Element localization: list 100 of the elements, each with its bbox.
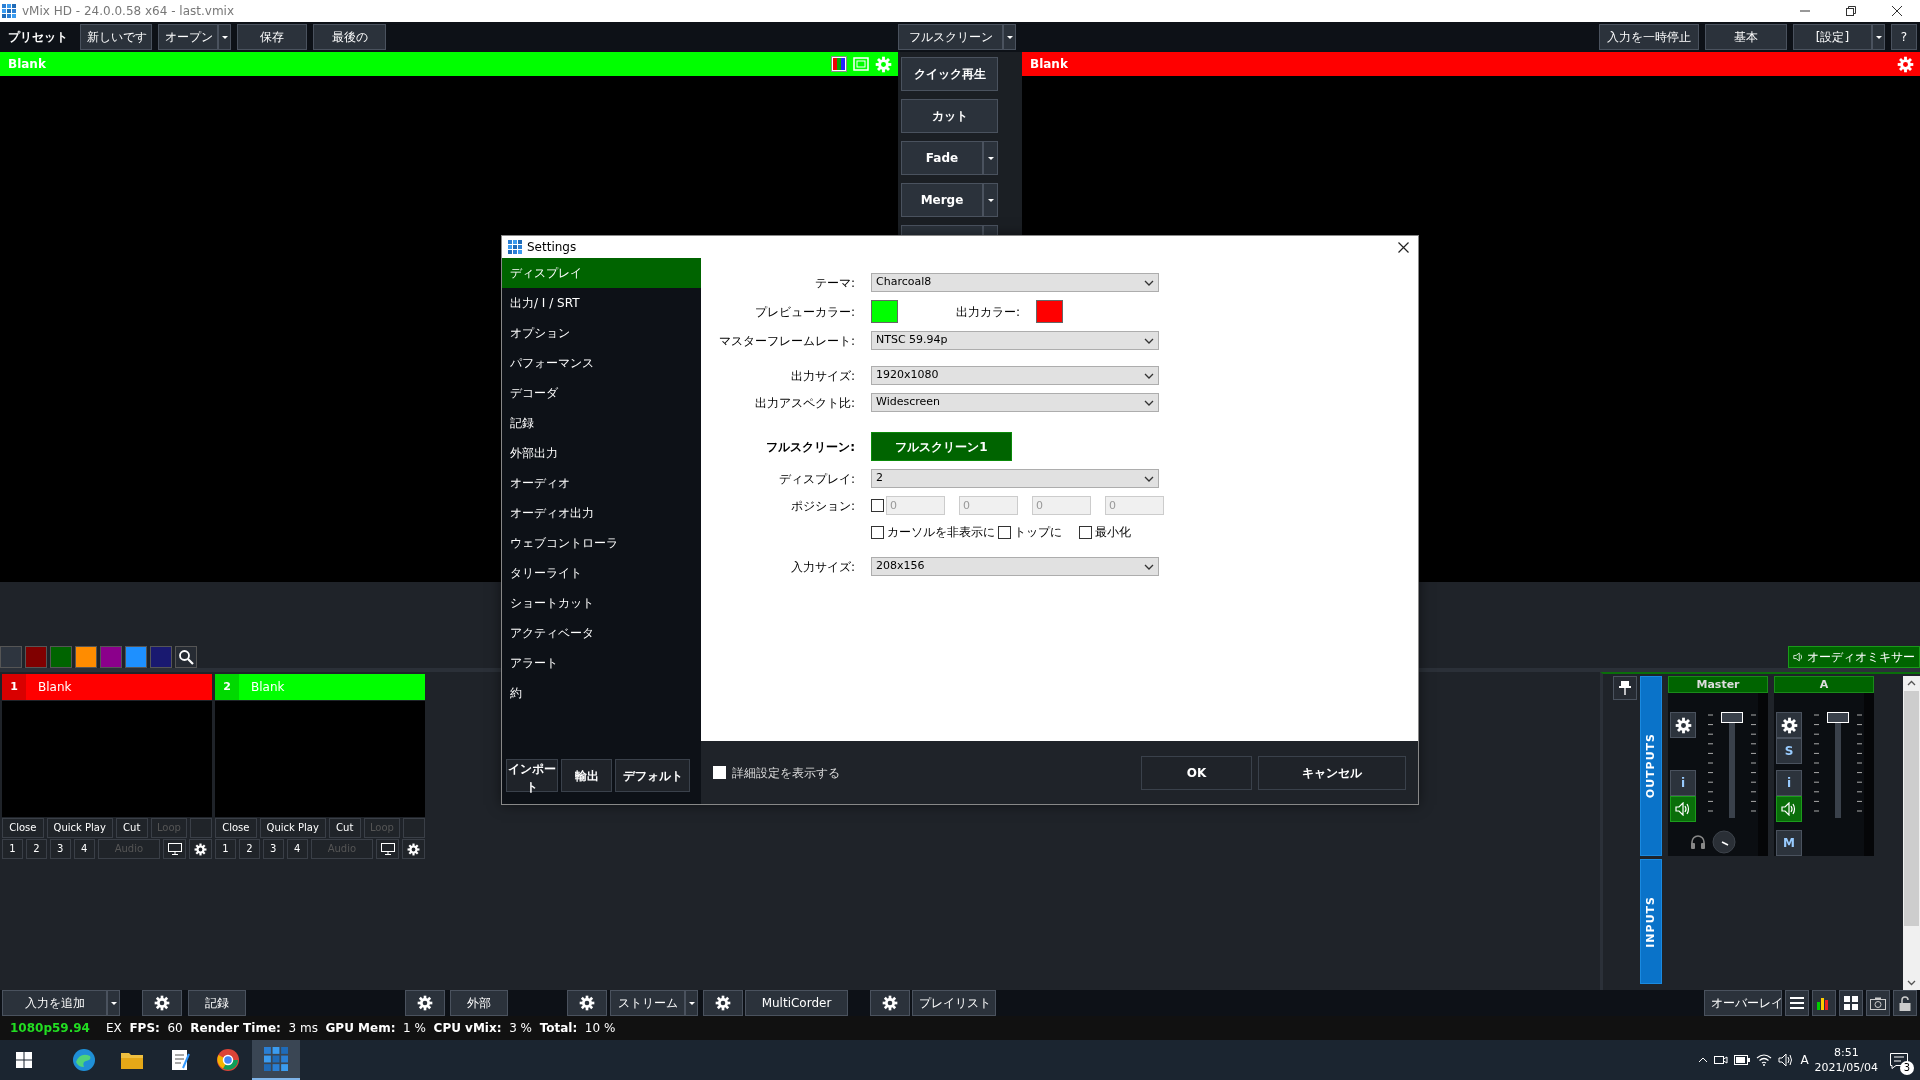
fader-thumb[interactable]	[1721, 712, 1743, 723]
transition-button[interactable]: クイック再生	[901, 57, 998, 91]
dropdown-field[interactable]: Widescreen	[871, 393, 1159, 412]
dialog-button[interactable]: OK	[1141, 755, 1252, 790]
input-control-button[interactable]: Close	[2, 818, 44, 838]
color-filter[interactable]	[0, 646, 22, 668]
gear-icon[interactable]	[1897, 55, 1914, 73]
mixer-button[interactable]: S	[1776, 738, 1802, 764]
dropdown-field[interactable]: 1920x1080	[871, 366, 1159, 385]
menu-button[interactable]: [設定]	[1793, 24, 1872, 50]
checkbox[interactable]	[871, 525, 884, 539]
input-method-indicator[interactable]: A	[1800, 1051, 1809, 1069]
toolbar-button[interactable]	[1785, 990, 1809, 1016]
settings-button[interactable]	[870, 990, 910, 1016]
mute-toggle[interactable]	[1776, 796, 1802, 822]
video-camera-icon[interactable]	[1714, 1054, 1729, 1066]
settings-button[interactable]	[142, 990, 182, 1016]
toolbar-button[interactable]	[1866, 990, 1890, 1016]
speaker-icon[interactable]	[1778, 1053, 1795, 1067]
menu-button[interactable]: 記録	[188, 990, 246, 1016]
mixer-tab[interactable]: INPUTS	[1640, 859, 1662, 984]
dropdown-button[interactable]	[107, 990, 120, 1016]
dropdown-field[interactable]: 2	[871, 469, 1159, 488]
settings-nav-item[interactable]: 約	[502, 678, 701, 708]
menu-button[interactable]: オープン	[158, 24, 218, 50]
mixer-button[interactable]: i	[1670, 770, 1696, 796]
dropdown-button[interactable]	[983, 141, 998, 175]
chevron-up-icon[interactable]	[1698, 1057, 1709, 1063]
mixer-button[interactable]: M	[1776, 830, 1802, 856]
notification-button[interactable]: 3	[1884, 1045, 1914, 1075]
settings-nav-item[interactable]: 出力/ I / SRT	[502, 288, 701, 318]
dropdown-field[interactable]: Charcoal8	[871, 273, 1159, 292]
menu-button[interactable]: MultiCorder	[745, 990, 848, 1016]
settings-button[interactable]	[405, 990, 445, 1016]
settings-nav-item[interactable]: ウェブコントローラ	[502, 528, 701, 558]
color-filter[interactable]	[125, 646, 147, 668]
settings-nav-item[interactable]: ショートカット	[502, 588, 701, 618]
menu-button[interactable]: 最後の	[313, 24, 386, 50]
settings-nav-item[interactable]: アラート	[502, 648, 701, 678]
settings-nav-item[interactable]: 外部出力	[502, 438, 701, 468]
bus-button[interactable]: 3	[49, 839, 71, 859]
bus-button[interactable]: 1	[2, 839, 23, 859]
color-bars-icon[interactable]	[831, 56, 847, 72]
input-control-button[interactable]: Quick Play	[46, 818, 113, 838]
menu-button[interactable]: 入力を一時停止	[1599, 24, 1699, 50]
menu-button[interactable]: フルスクリーン	[898, 24, 1003, 50]
settings-action-button[interactable]: デフォルト	[615, 759, 690, 792]
settings-nav-item[interactable]: ディスプレイ	[502, 258, 701, 288]
mute-toggle[interactable]	[1670, 796, 1696, 822]
wifi-icon[interactable]	[1756, 1054, 1773, 1066]
display-button[interactable]	[163, 839, 187, 859]
menu-button[interactable]: 入力を追加	[2, 990, 107, 1016]
fullscreen-button[interactable]: フルスクリーン1	[871, 432, 1012, 461]
preset-label[interactable]: プリセット	[2, 28, 74, 46]
color-filter[interactable]	[50, 646, 72, 668]
menu-button[interactable]: ストリーム	[610, 990, 685, 1016]
dropdown-button[interactable]	[218, 24, 231, 50]
headphones-icon[interactable]	[1690, 835, 1706, 849]
color-filter[interactable]	[25, 646, 47, 668]
input-control-button[interactable]: Quick Play	[259, 818, 326, 838]
dropdown-button[interactable]	[1003, 24, 1016, 50]
search-button[interactable]	[175, 646, 197, 668]
menu-button[interactable]: 外部	[450, 990, 508, 1016]
menu-button[interactable]: 基本	[1705, 24, 1787, 50]
bus-button[interactable]: 1	[215, 839, 236, 859]
dropdown-field[interactable]: 208x156	[871, 557, 1159, 576]
pin-button[interactable]	[1613, 676, 1637, 700]
checkbox[interactable]	[871, 499, 884, 512]
toolbar-button[interactable]	[1812, 990, 1836, 1016]
menu-button[interactable]: プレイリスト	[912, 990, 996, 1016]
settings-button[interactable]	[1776, 712, 1802, 738]
dropdown-button[interactable]	[1872, 24, 1885, 50]
settings-button[interactable]	[402, 839, 425, 859]
color-swatch[interactable]	[871, 300, 898, 323]
settings-nav-item[interactable]: オーディオ	[502, 468, 701, 498]
menu-button[interactable]: 保存	[237, 24, 307, 50]
display-button[interactable]	[376, 839, 400, 859]
color-filter[interactable]	[75, 646, 97, 668]
audio-mixer-button[interactable]: オーディオミキサー	[1788, 646, 1920, 668]
clock[interactable]: 8:51 2021/05/04	[1814, 1045, 1878, 1075]
dialog-button[interactable]: キャンセル	[1258, 755, 1406, 790]
bus-button[interactable]: 4	[286, 839, 308, 859]
checkbox[interactable]	[1079, 525, 1092, 539]
settings-nav-item[interactable]: オーディオ出力	[502, 498, 701, 528]
dropdown-field[interactable]: NTSC 59.94p	[871, 331, 1159, 350]
color-swatch[interactable]	[1036, 300, 1063, 323]
fader-thumb[interactable]	[1827, 712, 1849, 723]
input-control-button[interactable]: Cut	[115, 818, 148, 838]
scrollbar[interactable]	[1903, 676, 1920, 990]
settings-button[interactable]	[567, 990, 607, 1016]
settings-action-button[interactable]: インポート	[506, 759, 558, 792]
volume-knob[interactable]	[1712, 830, 1736, 854]
menu-button[interactable]: ?	[1891, 24, 1917, 50]
settings-button[interactable]	[189, 839, 212, 859]
settings-nav-item[interactable]: アクティベータ	[502, 618, 701, 648]
dropdown-button[interactable]	[685, 990, 698, 1016]
color-filter[interactable]	[100, 646, 122, 668]
settings-button[interactable]	[703, 990, 743, 1016]
toolbar-button[interactable]	[1893, 990, 1917, 1016]
settings-nav-item[interactable]: オプション	[502, 318, 701, 348]
